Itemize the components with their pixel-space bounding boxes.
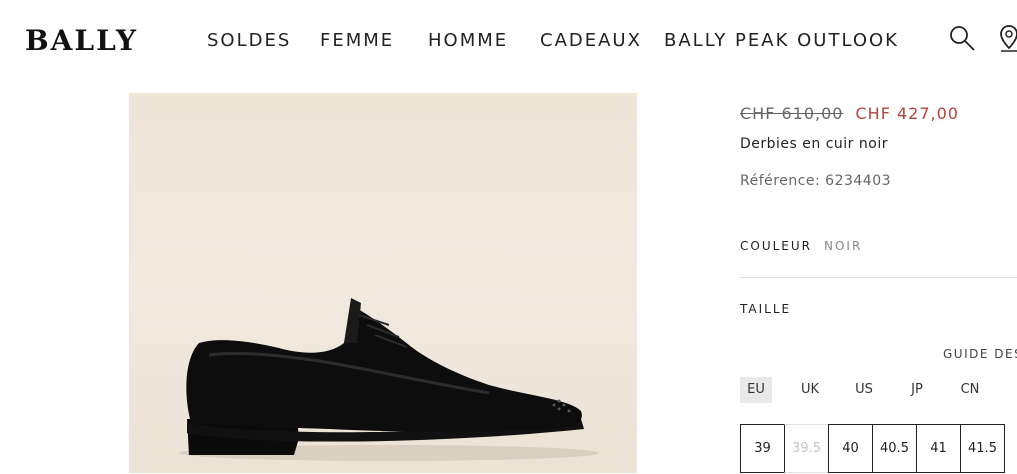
nav-item-femme[interactable]: FEMME xyxy=(320,30,394,51)
product-image[interactable] xyxy=(129,93,637,473)
colour-label: COULEUR xyxy=(740,239,812,253)
nav-item-soldes[interactable]: SOLDES xyxy=(207,30,291,51)
size-system-jp[interactable]: JP xyxy=(901,377,933,403)
divider xyxy=(740,277,1017,278)
nav-item-cadeaux[interactable]: CADEAUX xyxy=(540,30,642,51)
price: CHF 610,00 CHF 427,00 xyxy=(740,104,959,123)
product-name: Derbies en cuir noir xyxy=(740,136,888,152)
size-options: 39 39.5 40 40.5 41 41.5 xyxy=(740,424,1005,474)
size-option-39[interactable]: 39 xyxy=(740,424,785,473)
store-locator-icon[interactable] xyxy=(999,24,1017,58)
product-reference: Référence: 6234403 xyxy=(740,173,892,189)
shoe-illustration xyxy=(179,298,599,461)
size-option-40[interactable]: 40 xyxy=(828,424,873,473)
size-option-41-5[interactable]: 41.5 xyxy=(960,424,1005,473)
size-label: TAILLE xyxy=(740,302,792,316)
nav-item-homme[interactable]: HOMME xyxy=(428,30,508,51)
size-option-40-5[interactable]: 40.5 xyxy=(872,424,917,473)
size-system-uk[interactable]: UK xyxy=(794,377,826,403)
original-price: CHF 610,00 xyxy=(740,104,844,123)
nav-item-bally-peak-outlook[interactable]: BALLY PEAK OUTLOOK xyxy=(664,30,899,51)
colour-row: COULEUR NOIR xyxy=(740,239,862,253)
size-system-cn[interactable]: CN xyxy=(954,377,986,403)
bally-logo[interactable]: BALLY xyxy=(25,24,138,57)
size-system-eu[interactable]: EU xyxy=(740,377,772,403)
colour-value: NOIR xyxy=(824,239,863,253)
size-option-39-5-unavailable: 39.5 xyxy=(784,424,829,473)
sale-price: CHF 427,00 xyxy=(855,104,959,123)
search-icon[interactable] xyxy=(948,24,976,56)
size-system-us[interactable]: US xyxy=(848,377,880,403)
size-option-41[interactable]: 41 xyxy=(916,424,961,473)
size-guide-link[interactable]: GUIDE DES xyxy=(943,347,1017,361)
